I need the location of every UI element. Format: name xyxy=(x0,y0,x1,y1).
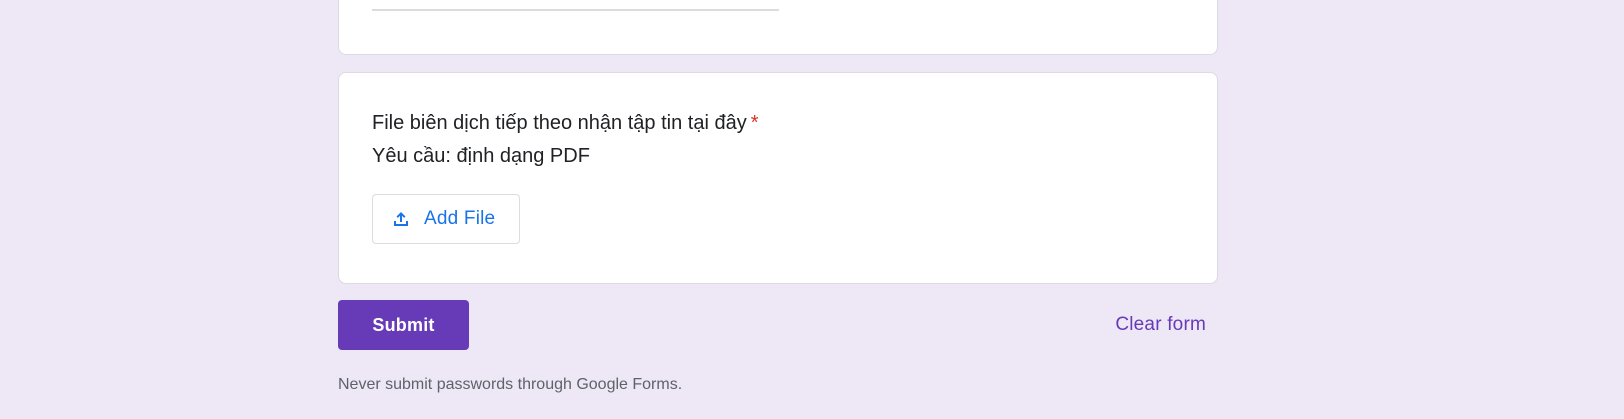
previous-question-card xyxy=(338,0,1218,55)
submit-button[interactable]: Submit xyxy=(338,300,469,350)
password-warning-note: Never submit passwords through Google Fo… xyxy=(338,376,683,393)
question-title-text: File biên dịch tiếp theo nhận tập tin tạ… xyxy=(372,112,747,134)
add-file-button[interactable]: Add File xyxy=(372,194,520,244)
question-description: Yêu cầu: định dạng PDF xyxy=(372,145,590,167)
file-upload-question-card: File biên dịch tiếp theo nhận tập tin tạ… xyxy=(338,72,1218,284)
add-file-label: Add File xyxy=(424,208,496,229)
form-page: File biên dịch tiếp theo nhận tập tin tạ… xyxy=(0,0,1624,419)
upload-icon xyxy=(391,209,411,229)
previous-answer-underline xyxy=(372,9,779,11)
question-title: File biên dịch tiếp theo nhận tập tin tạ… xyxy=(372,110,759,136)
required-asterisk: * xyxy=(750,112,759,134)
clear-form-button[interactable]: Clear form xyxy=(1115,300,1206,350)
